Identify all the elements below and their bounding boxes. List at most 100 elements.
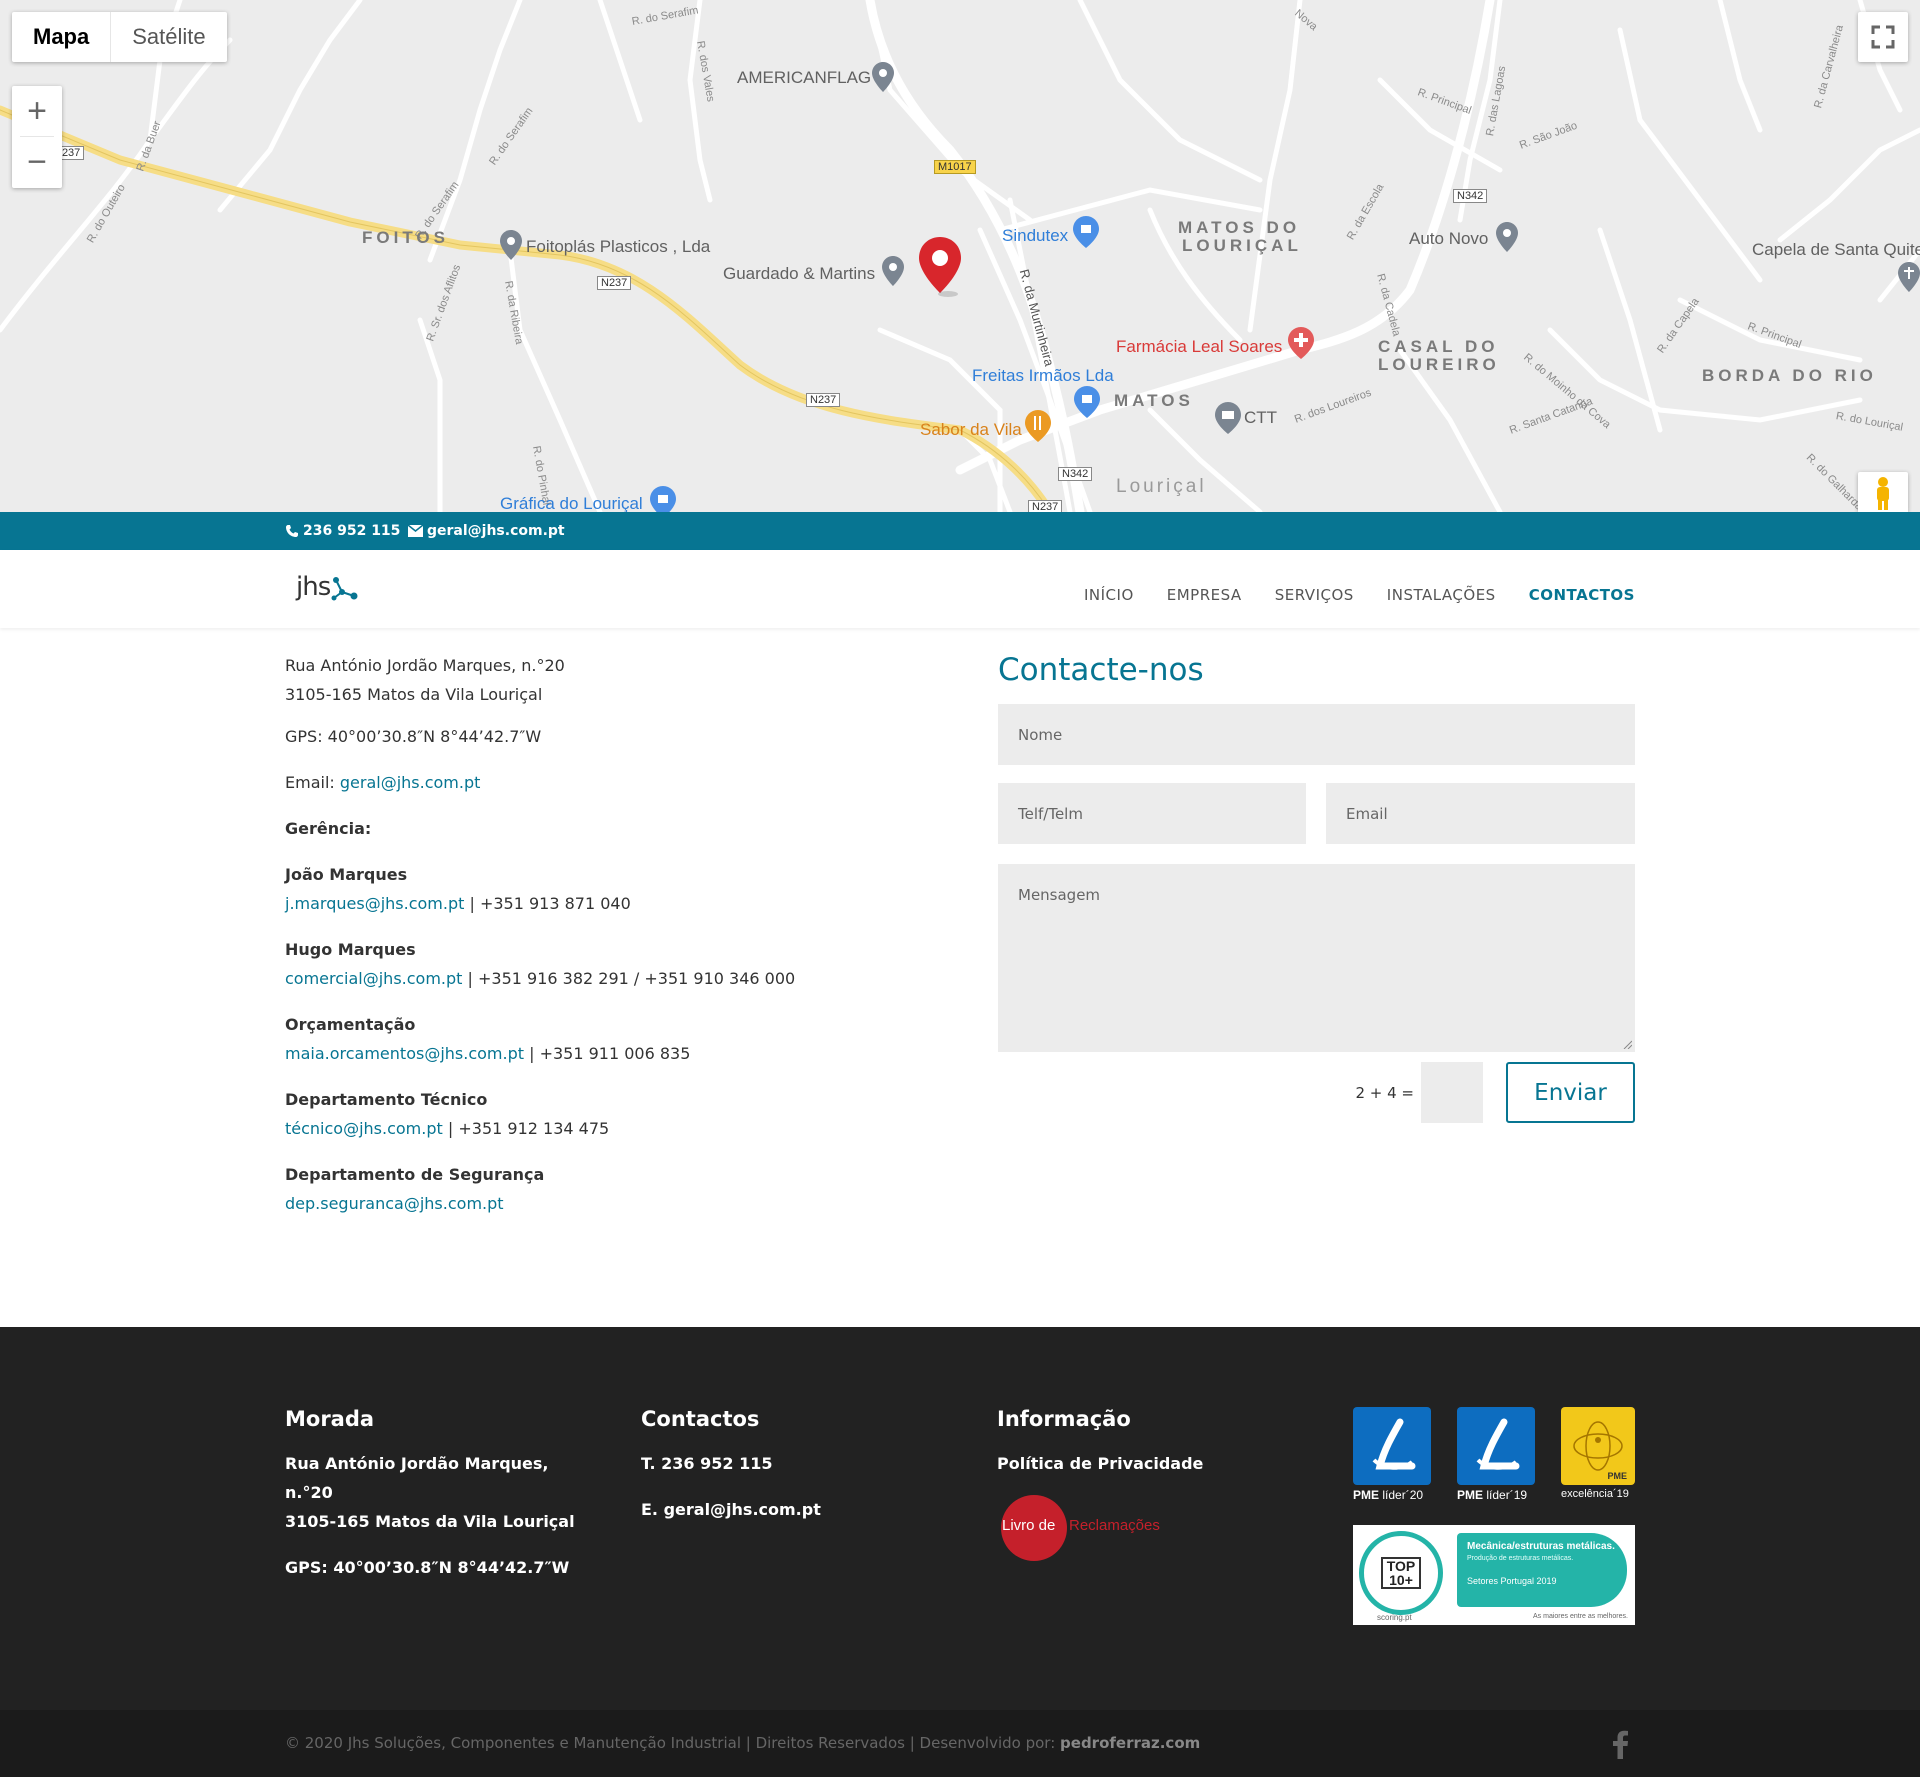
map-label: FOITOS [362,228,449,247]
map-type-map-button[interactable]: Mapa [12,12,112,62]
map-label: Sindutex [1002,226,1069,245]
main-nav: INÍCIO EMPRESA SERVIÇOS INSTALAÇÕES CONT… [1051,586,1635,604]
form-row: Telf/Telm Email [998,783,1635,844]
road-sign: N237 [597,276,632,290]
footer-phone[interactable]: T. 236 952 115 [641,1449,941,1478]
street-view-button[interactable] [1858,472,1908,512]
map-type-satellite-button[interactable]: Satélite [111,12,226,62]
logo-text: jhs [296,572,331,602]
message-textarea[interactable]: Mensagem [998,864,1635,1052]
footer-email[interactable]: E. geral@jhs.com.pt [641,1495,941,1524]
message-placeholder: Mensagem [1018,886,1101,904]
place-pin-icon[interactable] [872,62,894,97]
person-email-link[interactable]: técnico@jhs.com.pt [285,1119,443,1138]
site-logo[interactable]: jhs [296,572,358,602]
top10-badge[interactable]: TOP 10+ scoring.pt Mecânica/estruturas m… [1353,1525,1635,1625]
facebook-link[interactable] [1610,1729,1630,1759]
nav-instalacoes[interactable]: INSTALAÇÕES [1387,586,1496,604]
badges-row: PME líder´20 PME líder´19 PME excelência… [1353,1407,1635,1505]
person-email-link[interactable]: j.marques@jhs.com.pt [285,894,464,913]
place-pin-icon[interactable] [500,230,522,265]
submit-label: Enviar [1534,1079,1607,1106]
fullscreen-button[interactable] [1858,12,1908,62]
captcha-input[interactable] [1421,1062,1483,1123]
person-name: Departamento Técnico [285,1090,488,1109]
nav-servicos[interactable]: SERVIÇOS [1275,586,1354,604]
road-sign: N237 [806,393,841,407]
pme-lider-19-badge[interactable]: PME líder´19 [1457,1407,1535,1505]
shopping-pin-icon[interactable] [650,486,676,512]
road-sign: N342 [1453,189,1488,203]
person-name: Orçamentação [285,1015,416,1034]
topbar-email[interactable]: geral@jhs.com.pt [408,523,565,539]
person-email-link[interactable]: comercial@jhs.com.pt [285,969,462,988]
nav-inicio[interactable]: INÍCIO [1084,586,1134,604]
place-pin-icon[interactable] [1496,222,1518,257]
pegman-icon [1877,477,1889,510]
footer-morada-title: Morada [285,1407,375,1431]
nav-empresa[interactable]: EMPRESA [1167,586,1242,604]
location-marker-icon[interactable] [918,237,962,302]
map-label: Capela de Santa Quite [1752,240,1920,259]
pharmacy-pin-icon[interactable] [1288,327,1314,364]
footer-contactos-title: Contactos [641,1407,760,1431]
zoom-control: + − [12,86,62,188]
developer-link[interactable]: pedroferraz.com [1060,1734,1200,1752]
phone-placeholder: Telf/Telm [1018,804,1083,823]
map-label: Freitas Irmãos Lda [972,366,1114,385]
zoom-in-button[interactable]: + [12,86,62,136]
pme-lider-icon [1476,1418,1520,1470]
post-office-pin-icon[interactable] [1215,402,1241,439]
road-sign: M1017 [934,160,976,174]
topbar-email-text: geral@jhs.com.pt [427,523,565,539]
shopping-pin-icon[interactable] [1074,386,1100,423]
pme-excelencia-19-badge[interactable]: PME excelência´19 [1561,1407,1635,1505]
email-label: Email: [285,773,335,792]
contact-info: Rua António Jordão Marques, n.°20 3105-1… [285,628,965,1235]
phone-icon [286,525,298,537]
contact-person: Hugo Marques comercial@jhs.com.pt | +351… [285,935,965,993]
footer-morada: Morada Rua António Jordão Marques, n.°20… [285,1407,585,1599]
footer-informacao: Informação Política de Privacidade Livro… [997,1407,1297,1565]
person-email-link[interactable]: dep.seguranca@jhs.com.pt [285,1194,504,1213]
pme-lider-icon [1372,1418,1416,1470]
pme-lider-20-badge[interactable]: PME líder´20 [1353,1407,1431,1505]
address-line-1: Rua António Jordão Marques, n.°20 [285,656,565,675]
privacy-link[interactable]: Política de Privacidade [997,1449,1297,1478]
copyright-bar: © 2020 Jhs Soluções, Componentes e Manut… [0,1710,1920,1777]
submit-button[interactable]: Enviar [1506,1062,1635,1123]
place-pin-icon[interactable] [882,256,904,291]
top10-title: Mecânica/estruturas metálicas. [1467,1541,1615,1552]
contact-person: Orçamentação maia.orcamentos@jhs.com.pt … [285,1010,965,1068]
footer-address: Rua António Jordão Marques, n.°20 3105-1… [285,1449,585,1536]
shopping-pin-icon[interactable] [1073,216,1099,253]
badges: PME líder´20 PME líder´19 PME excelência… [1353,1407,1635,1625]
church-pin-icon[interactable] [1898,262,1920,297]
map-label: MATOS [1114,391,1194,410]
phone-input[interactable]: Telf/Telm [998,783,1306,844]
top10-subtitle: Produção de estruturas metálicas. [1467,1555,1574,1562]
person-email-link[interactable]: maia.orcamentos@jhs.com.pt [285,1044,524,1063]
map[interactable]: R. do Serafim R. dos Vales R. do Serafim… [0,0,1920,512]
badge-label: excelência´19 [1561,1488,1629,1500]
captcha-question: 2 + 4 = [1355,1083,1414,1102]
email-placeholder: Email [1346,804,1388,823]
form-submit-row: 2 + 4 = Enviar [998,1062,1635,1123]
livro-reclamacoes-link[interactable]: Livro de Reclamações [997,1495,1177,1565]
zoom-out-button[interactable]: − [12,137,62,187]
restaurant-pin-icon[interactable] [1025,410,1051,447]
separator: | [469,894,475,913]
footer-info-title: Informação [997,1407,1131,1431]
address-line-2: 3105-165 Matos da Vila Louriçal [285,685,543,704]
topbar-phone[interactable]: 236 952 115 [285,523,400,539]
facebook-icon [1613,1730,1628,1759]
email-link[interactable]: geral@jhs.com.pt [340,773,481,792]
footer-address-line: n.°20 [285,1483,333,1502]
nav-contactos[interactable]: CONTACTOS [1529,586,1635,604]
name-input[interactable]: Nome [998,704,1635,765]
resize-handle-icon[interactable] [1622,1039,1632,1049]
email-input[interactable]: Email [1326,783,1635,844]
gps-text: GPS: 40°00’30.8″N 8°44’42.7″W [285,727,542,746]
map-type-control: Mapa Satélite [12,12,227,62]
top10-label: TOP [1386,1558,1416,1574]
